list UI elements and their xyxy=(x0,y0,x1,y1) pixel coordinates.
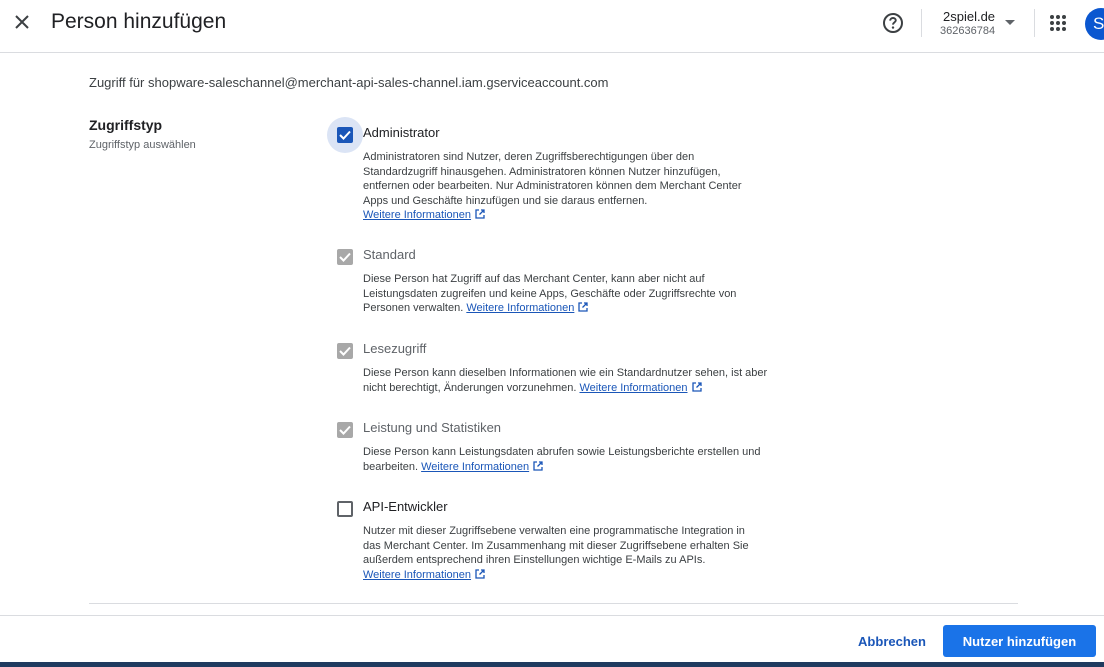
external-link-icon[interactable] xyxy=(691,381,702,392)
learn-more-link[interactable]: Weitere Informationen xyxy=(363,209,471,221)
external-link-icon[interactable] xyxy=(475,209,485,219)
access-checkbox xyxy=(327,412,363,448)
checkmark-icon xyxy=(339,425,351,435)
description-line: nicht berechtigt, Änderungen vorzunehmen… xyxy=(363,381,577,394)
external-link-icon[interactable] xyxy=(475,568,485,579)
help-button[interactable] xyxy=(880,10,906,36)
access-email-text: Zugriff für shopware-saleschannel@mercha… xyxy=(89,75,609,90)
header-divider xyxy=(921,9,922,37)
access-checkbox[interactable] xyxy=(327,117,363,153)
section-title: Zugriffstyp xyxy=(89,117,163,133)
footer-divider xyxy=(0,615,1104,616)
section-subtitle: Zugriffstyp auswählen xyxy=(89,139,196,151)
access-option-description: Administratoren sind Nutzer, deren Zugri… xyxy=(363,150,783,223)
add-user-button[interactable]: Nutzer hinzufügen xyxy=(943,625,1096,657)
description-line: Apps und Geschäfte hinzufügen und sie da… xyxy=(363,194,648,207)
access-checkbox[interactable] xyxy=(327,491,363,527)
avatar[interactable]: S xyxy=(1085,8,1104,40)
description-line: Nutzer mit dieser Zugriffsebene verwalte… xyxy=(363,525,745,537)
checkmark-icon xyxy=(339,346,351,356)
learn-more-link[interactable]: Weitere Informationen xyxy=(579,382,687,394)
checkbox-box xyxy=(337,127,353,143)
header-divider xyxy=(1034,9,1035,37)
apps-button[interactable] xyxy=(1045,10,1071,36)
window-bottom-bar xyxy=(0,662,1104,667)
access-option-label: Administrator xyxy=(363,125,440,140)
access-option-description: Diese Person hat Zugriff auf das Merchan… xyxy=(363,272,783,316)
access-option-label: Leistung und Statistiken xyxy=(363,420,502,435)
access-option-description: Diese Person kann Leistungsdaten abrufen… xyxy=(363,445,783,474)
cancel-button[interactable]: Abbrechen xyxy=(850,626,934,656)
access-option-description: Nutzer mit dieser Zugriffsebene verwalte… xyxy=(363,524,783,582)
account-name: 2spiel.de xyxy=(943,9,996,24)
access-option-label: Standard xyxy=(363,247,416,262)
description-line: Administratoren sind Nutzer, deren Zugri… xyxy=(363,151,695,163)
learn-more-link[interactable]: Weitere Informationen xyxy=(363,569,471,581)
access-option-description: Diese Person kann dieselben Informatione… xyxy=(363,366,783,395)
page-title: Person hinzufügen xyxy=(51,10,227,33)
description-line: bearbeiten. xyxy=(363,460,419,473)
close-icon xyxy=(15,15,29,29)
checkbox-box xyxy=(337,422,353,438)
content-divider xyxy=(89,603,1018,604)
apps-grid-icon xyxy=(1050,15,1066,31)
learn-more-link[interactable]: Weitere Informationen xyxy=(421,461,529,473)
learn-more-link[interactable]: Weitere Informationen xyxy=(466,302,574,314)
description-line: Diese Person kann Leistungsdaten abrufen… xyxy=(363,446,761,458)
checkbox-box xyxy=(337,249,353,265)
caret-down-icon xyxy=(1005,20,1015,25)
description-line: Leistungsdaten zugreifen und keine Apps,… xyxy=(363,287,737,300)
description-line: außerdem entsprechend ihren Einstellunge… xyxy=(363,554,706,566)
access-option-label: Lesezugriff xyxy=(363,341,427,356)
checkmark-icon xyxy=(339,252,351,262)
access-checkbox xyxy=(327,239,363,275)
description-line: Personen verwalten. xyxy=(363,302,464,314)
access-checkbox xyxy=(327,333,363,369)
checkbox-box xyxy=(337,343,353,359)
close-button[interactable] xyxy=(8,8,36,36)
description-line: Diese Person kann dieselben Informatione… xyxy=(363,367,768,379)
help-circle-icon xyxy=(883,13,903,33)
account-id: 362636784 xyxy=(940,25,996,37)
description-line: Standardzugriff hinausgehen. Administrat… xyxy=(363,165,721,178)
description-line: das Merchant Center. Im Zusammenhang mit… xyxy=(363,539,749,552)
checkbox-box xyxy=(337,501,353,517)
top-app-bar: Person hinzufügen 2spiel.de 362636784 S xyxy=(0,0,1104,53)
external-link-icon[interactable] xyxy=(578,302,589,312)
description-line: entfernen oder bearbeiten. Nur Administr… xyxy=(363,180,742,192)
account-switcher[interactable]: 2spiel.de 362636784 xyxy=(933,8,1023,40)
external-link-icon[interactable] xyxy=(533,460,543,471)
description-line: Diese Person hat Zugriff auf das Merchan… xyxy=(363,273,705,285)
access-option-label: API-Entwickler xyxy=(363,499,448,514)
checkmark-icon xyxy=(339,130,351,140)
